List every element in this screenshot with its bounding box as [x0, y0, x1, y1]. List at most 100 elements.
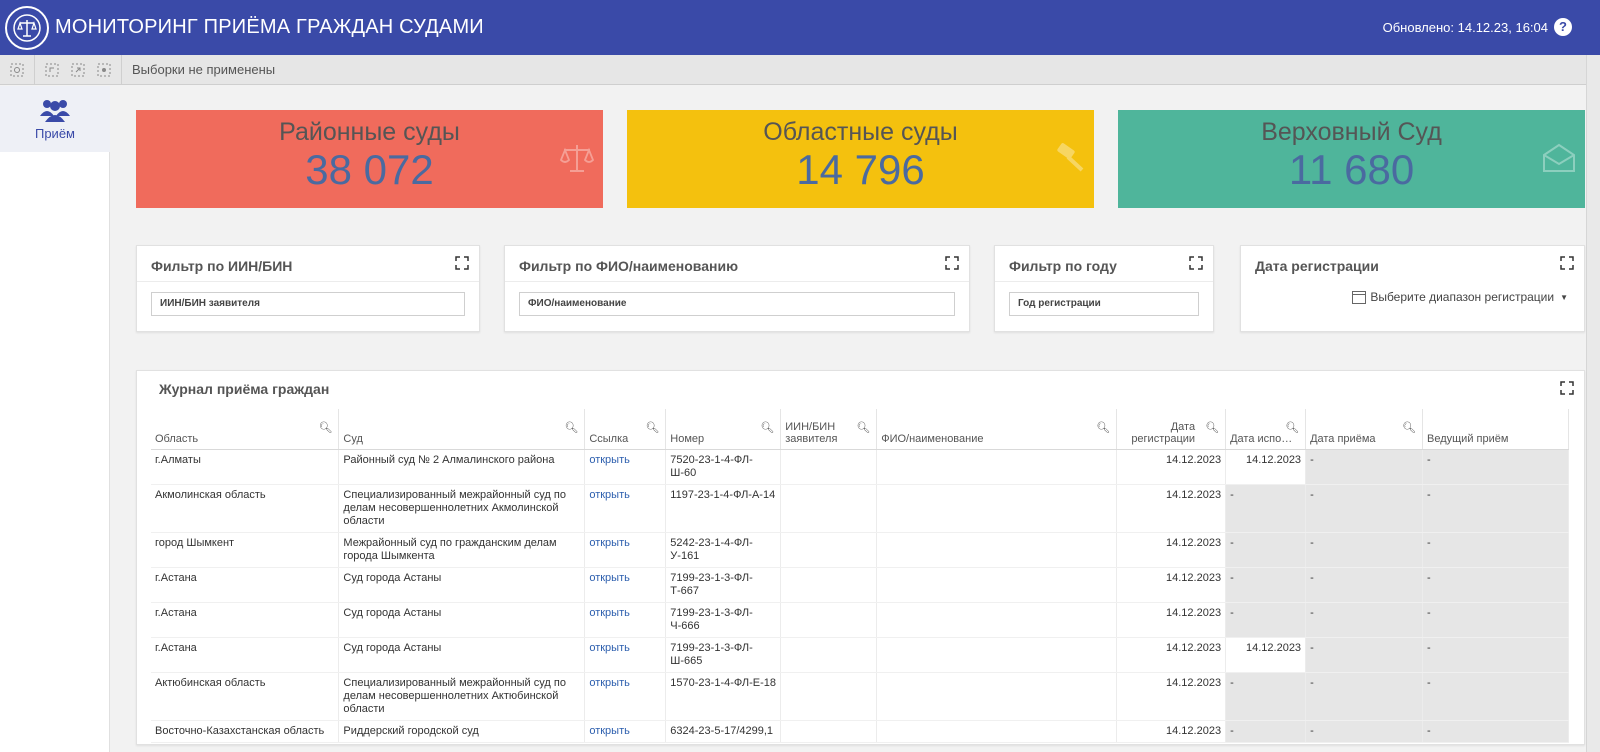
cell-link[interactable]: открыть	[584, 567, 667, 603]
cell-lead: -	[1422, 449, 1569, 485]
kpi-title: Областные суды	[763, 118, 958, 146]
scales-logo-icon	[13, 13, 41, 42]
column-header[interactable]: Дата приёма 🔍︎	[1305, 409, 1423, 450]
cell-fio	[876, 672, 1118, 721]
cell-court: Районный суд № 2 Алмалинского района	[338, 449, 586, 485]
cell-number: 7199-23-1-3-ФЛ-Т-667	[665, 567, 782, 603]
cell-lead: -	[1422, 720, 1569, 743]
cell-fio	[876, 532, 1118, 568]
cell-reg-date: 14.12.2023	[1116, 484, 1227, 533]
cell-link[interactable]: открыть	[584, 532, 667, 568]
search-icon[interactable]: 🔍︎	[1285, 421, 1299, 434]
table-row[interactable]: город Шымкент Межрайонный суд по гражданс…	[151, 532, 1569, 568]
cell-recv-date: -	[1305, 567, 1423, 603]
column-header[interactable]: Ссылка 🔍︎	[584, 409, 667, 450]
sidebar-item-label: Приём	[34, 125, 75, 141]
cell-reg-date: 14.12.2023	[1116, 449, 1227, 485]
cell-exec-date: -	[1225, 602, 1307, 638]
expand-icon[interactable]	[945, 256, 959, 270]
column-header[interactable]: Суд 🔍︎	[338, 409, 586, 450]
column-header-label: Суд	[343, 432, 363, 445]
table-row[interactable]: г.Астана Суд города Астаны открыть 7199-23-…	[151, 602, 1569, 638]
table-row[interactable]: г.Алматы Районный суд № 2 Алмалинского ра…	[151, 449, 1569, 485]
column-header[interactable]: ФИО/наименование 🔍︎	[876, 409, 1118, 450]
date-range-label: Выберите диапазон регистрации	[1370, 290, 1555, 304]
table-row[interactable]: Акмолинская область Специализированный ме…	[151, 484, 1569, 533]
selections-tool-icon[interactable]	[8, 61, 26, 79]
expand-icon[interactable]	[1189, 256, 1203, 270]
kpi-district-courts[interactable]: Районные суды 38 072	[136, 110, 603, 208]
panel-divider	[995, 281, 1213, 282]
kpi-value: 11 680	[1288, 146, 1415, 193]
panel-title: Дата регистрации	[1255, 258, 1379, 274]
envelope-icon	[1543, 143, 1575, 172]
app-header: МОНИТОРИНГ ПРИЁМА ГРАЖДАН СУДАМИ Обновле…	[0, 0, 1600, 55]
fio-filter-field[interactable]: ФИО/наименование	[519, 292, 955, 316]
search-icon[interactable]: 🔍︎	[760, 421, 774, 434]
table-row[interactable]: г.Астана Суд города Астаны открыть 7199-23-…	[151, 637, 1569, 673]
search-icon[interactable]: 🔍︎	[645, 421, 659, 434]
search-icon[interactable]: 🔍︎	[1205, 421, 1219, 434]
help-icon[interactable]: ?	[1554, 18, 1572, 36]
cell-reg-date: 14.12.2023	[1116, 602, 1227, 638]
search-icon[interactable]: 🔍︎	[1096, 421, 1110, 434]
cell-exec-date: 14.12.2023	[1225, 449, 1307, 485]
cell-link[interactable]: открыть	[584, 637, 667, 673]
column-header[interactable]: ИИН/БИН заявителя 🔍︎	[780, 409, 878, 450]
kpi-value: 14 796	[796, 146, 925, 193]
search-icon[interactable]: 🔍︎	[856, 421, 870, 434]
journal-panel: Журнал приёма граждан Область 🔍︎ Суд 🔍︎ Сс…	[136, 370, 1585, 745]
sidebar-item-priem[interactable]: Приём	[0, 86, 110, 152]
cell-region: город Шымкент	[151, 532, 340, 568]
sidebar: Приём	[0, 86, 110, 752]
kpi-regional-courts[interactable]: Областные суды 14 796	[627, 110, 1094, 208]
column-header[interactable]: Номер 🔍︎	[665, 409, 782, 450]
panel-title: Фильтр по году	[1009, 258, 1117, 274]
cell-recv-date: -	[1305, 672, 1423, 721]
table-header-row: Область 🔍︎ Суд 🔍︎ Ссылка 🔍︎ Номер 🔍︎ ИИН/БИН…	[151, 409, 1569, 450]
iin-filter-field[interactable]: ИИН/БИН заявителя	[151, 292, 465, 316]
year-filter-field[interactable]: Год регистрации	[1009, 292, 1199, 316]
date-range-picker[interactable]: Выберите диапазон регистрации ▼	[1352, 290, 1568, 304]
search-icon[interactable]: 🔍︎	[1402, 421, 1416, 434]
cell-number: 7520-23-1-4-ФЛ-Ш-60	[665, 449, 782, 485]
cell-fio	[876, 449, 1118, 485]
column-header[interactable]: Дата регистрации 🔍︎	[1116, 409, 1227, 450]
cell-link[interactable]: открыть	[584, 484, 667, 533]
filter-iin-panel: Фильтр по ИИН/БИН ИИН/БИН заявителя	[136, 245, 480, 332]
app-title: МОНИТОРИНГ ПРИЁМА ГРАЖДАН СУДАМИ	[55, 16, 484, 38]
cell-link[interactable]: открыть	[584, 449, 667, 485]
cell-link[interactable]: открыть	[584, 672, 667, 721]
page-scrollbar[interactable]	[1586, 55, 1600, 752]
search-icon[interactable]: 🔍︎	[564, 421, 578, 434]
expand-icon[interactable]	[455, 256, 469, 270]
column-header[interactable]: Дата испо… 🔍︎	[1225, 409, 1307, 450]
column-header-label: ФИО/наименование	[881, 432, 984, 445]
table-row[interactable]: Актюбинская область Специализированный ме…	[151, 672, 1569, 721]
expand-icon[interactable]	[1560, 381, 1574, 395]
clear-selections-icon[interactable]	[95, 61, 113, 79]
panel-title: Журнал приёма граждан	[159, 381, 330, 397]
cell-link[interactable]: открыть	[584, 720, 667, 743]
cell-lead: -	[1422, 637, 1569, 673]
table-row[interactable]: г.Астана Суд города Астаны открыть 7199-23-…	[151, 567, 1569, 603]
column-header[interactable]: Область 🔍︎	[151, 409, 340, 450]
cell-iin	[780, 602, 878, 638]
cell-exec-date: -	[1225, 484, 1307, 533]
cell-recv-date: -	[1305, 602, 1423, 638]
kpi-supreme-court[interactable]: Верховный Суд 11 680	[1118, 110, 1585, 208]
step-back-icon[interactable]	[43, 61, 61, 79]
filter-fio-panel: Фильтр по ФИО/наименованию ФИО/наименова…	[504, 245, 970, 332]
cell-fio	[876, 567, 1118, 603]
cell-iin	[780, 567, 878, 603]
search-icon[interactable]: 🔍︎	[318, 421, 332, 434]
step-forward-icon[interactable]	[69, 61, 87, 79]
calendar-icon	[1352, 290, 1367, 304]
column-header[interactable]: Ведущий приём	[1422, 409, 1569, 450]
panel-divider	[137, 281, 479, 282]
cell-link[interactable]: открыть	[584, 602, 667, 638]
table-row[interactable]: Восточно-Казахстанская область Риддерский…	[151, 720, 1569, 743]
expand-icon[interactable]	[1560, 256, 1574, 270]
panel-title: Фильтр по ИИН/БИН	[151, 258, 293, 274]
cell-number: 7199-23-1-3-ФЛ-Ш-665	[665, 637, 782, 673]
